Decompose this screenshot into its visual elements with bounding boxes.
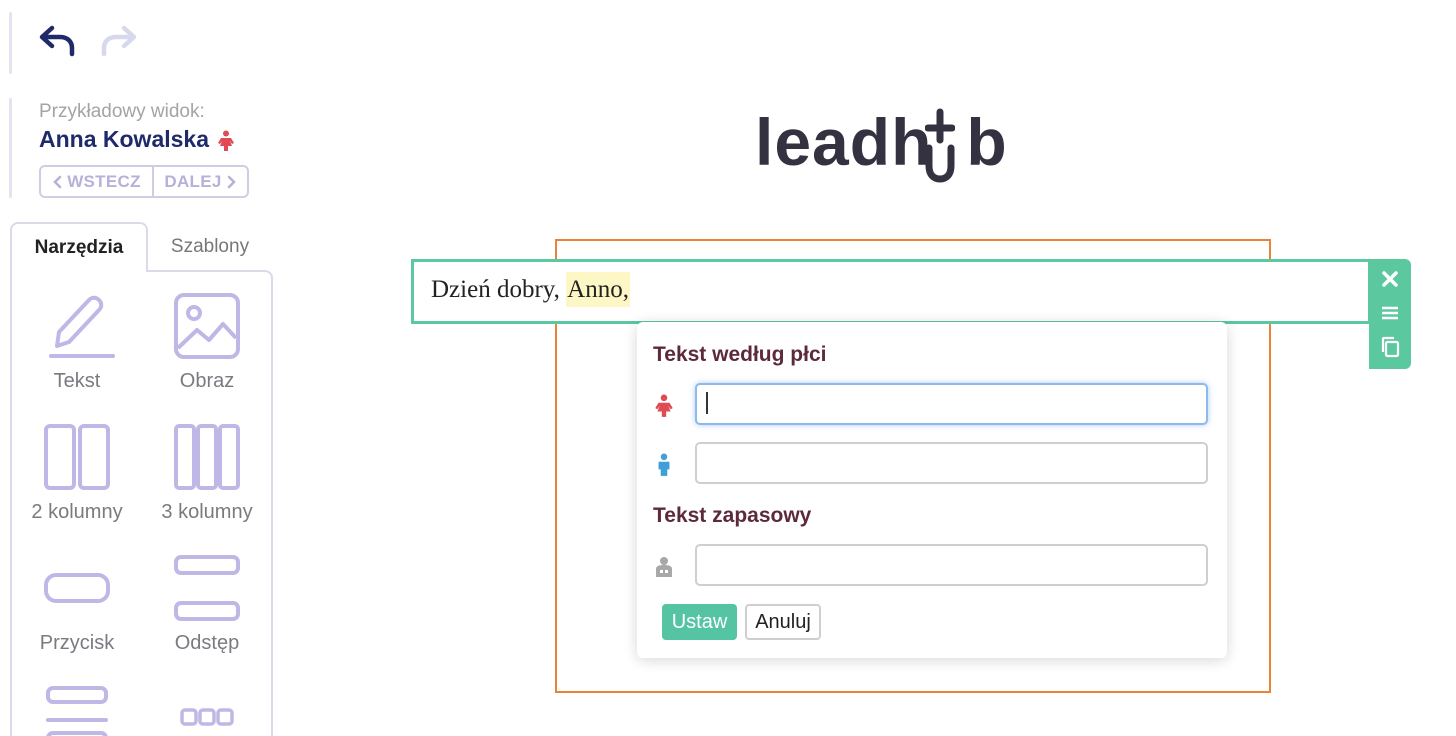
move-block-button[interactable]: [1369, 296, 1411, 330]
cancel-button[interactable]: Anuluj: [745, 604, 821, 640]
set-button[interactable]: Ustaw: [662, 604, 737, 640]
redo-button[interactable]: [98, 22, 138, 58]
preview-label: Przykładowy widok:: [39, 101, 205, 122]
previous-button[interactable]: WSTECZ: [41, 167, 154, 196]
block-toolbar: [1369, 259, 1411, 369]
chevron-right-icon: [227, 175, 236, 188]
three-columns-icon: [174, 424, 240, 490]
two-columns-icon: [44, 424, 110, 490]
gender-text-popup: Tekst według płci Tekst zapasowy Ustaw A…: [637, 322, 1227, 658]
text-block[interactable]: Dzień dobry, Anno,: [411, 259, 1371, 324]
chevron-left-icon: [53, 175, 62, 188]
gender-text-heading: Tekst według płci: [653, 343, 827, 366]
close-icon: [1382, 271, 1398, 287]
tool-image[interactable]: Obraz: [142, 292, 272, 393]
button-icon: [44, 573, 110, 603]
neutral-person-icon: [656, 557, 672, 577]
menu-icon: [1382, 306, 1398, 320]
tool-label: Odstęp: [174, 632, 240, 654]
logo-text-left: leadh: [755, 105, 933, 179]
tool-label: 2 kolumny: [31, 501, 123, 523]
undo-arrow-icon: [39, 25, 75, 57]
male-text-input[interactable]: [695, 442, 1208, 484]
divider-icon: [46, 686, 108, 736]
preview-divider: [9, 98, 12, 198]
previous-label: WSTECZ: [67, 171, 141, 191]
duplicate-icon: [1381, 336, 1400, 358]
redo-arrow-icon: [101, 25, 137, 57]
close-block-button[interactable]: [1369, 262, 1411, 296]
male-icon: [658, 453, 670, 476]
logo-plus-u-mark: [925, 108, 955, 183]
fallback-text-heading: Tekst zapasowy: [653, 504, 812, 527]
leadhub-logo: leadh b: [755, 104, 1008, 180]
tool-three-columns[interactable]: 3 kolumny: [142, 423, 272, 524]
toolbar-divider: [9, 12, 12, 74]
female-icon: [655, 394, 673, 417]
tool-divider[interactable]: [12, 685, 142, 736]
undo-button[interactable]: [38, 22, 78, 58]
tool-social[interactable]: [142, 685, 272, 736]
preview-navigation: WSTECZ DALEJ: [39, 165, 249, 198]
logo-text-right: b: [966, 105, 1008, 179]
image-icon: [174, 293, 240, 359]
female-text-input[interactable]: [695, 383, 1208, 425]
pencil-icon: [49, 295, 115, 358]
greeting-prefix: Dzień dobry,: [431, 276, 560, 303]
greeting-text[interactable]: Dzień dobry, Anno,: [431, 272, 630, 307]
tools-panel: Tekst Obraz 2 kolumny 3 kolumny Przycisk: [10, 270, 273, 736]
preview-recipient-name: Anna Kowalska: [39, 126, 209, 152]
tool-label: Obraz: [179, 370, 235, 392]
tool-text[interactable]: Tekst: [12, 292, 142, 393]
tool-label: Przycisk: [39, 632, 115, 654]
social-icons-icon: [180, 708, 234, 726]
next-button[interactable]: DALEJ: [154, 167, 247, 196]
text-caret: [706, 392, 708, 414]
tab-tools[interactable]: Narzędzia: [10, 222, 148, 272]
next-label: DALEJ: [164, 171, 222, 191]
dynamic-name-tag[interactable]: Anno,: [566, 272, 630, 307]
tool-label: Tekst: [53, 370, 101, 392]
tool-button[interactable]: Przycisk: [12, 554, 142, 655]
tab-templates[interactable]: Szablony: [148, 222, 272, 272]
fallback-text-input[interactable]: [695, 544, 1208, 586]
tool-two-columns[interactable]: 2 kolumny: [12, 423, 142, 524]
tool-label: 3 kolumny: [161, 501, 253, 523]
spacer-icon: [174, 555, 240, 621]
female-icon: [218, 130, 234, 151]
tool-spacer[interactable]: Odstęp: [142, 554, 272, 655]
duplicate-block-button[interactable]: [1369, 330, 1411, 364]
